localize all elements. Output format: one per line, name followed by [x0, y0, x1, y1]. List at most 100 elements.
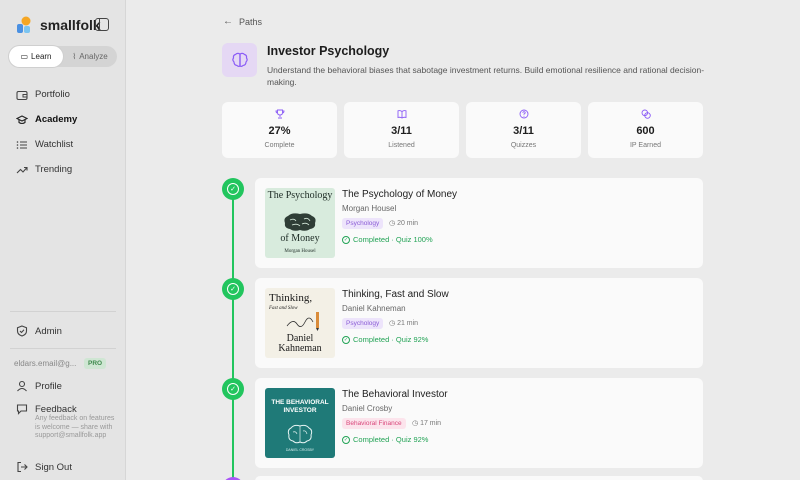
check-circle-icon: ✓ — [342, 435, 350, 444]
cover-title: THE BEHAVIORAL INVESTOR — [271, 399, 329, 414]
stat-value: 600 — [636, 125, 655, 137]
sidebar-item-label: Sign Out — [35, 461, 72, 473]
question-circle-icon — [466, 109, 581, 119]
completion-status: ✓ Completed · Quiz 92% — [342, 435, 428, 444]
category-tag: Psychology — [342, 318, 384, 329]
mode-analyze-button[interactable]: ⌇ Analyze — [63, 46, 117, 67]
status-label: Completed · Quiz 92% — [353, 435, 429, 444]
page-description: Understand the behavioral biases that sa… — [267, 65, 705, 87]
stat-card-complete: 27% Complete — [222, 102, 337, 158]
mode-analyze-label: Analyze — [79, 52, 108, 61]
sidebar-divider — [10, 348, 116, 349]
graduation-cap-icon — [16, 114, 28, 126]
book-author: Daniel Kahneman — [342, 304, 406, 313]
duration: ◷ 21 min — [389, 319, 418, 327]
arrow-left-icon: ← — [223, 16, 233, 27]
page-title: Investor Psychology — [267, 44, 390, 58]
brand[interactable]: smallfolk — [14, 15, 101, 35]
book-title: The Psychology of Money — [342, 189, 458, 200]
sidebar-nav: Portfolio Academy Watchlist Trending — [0, 82, 126, 182]
sidebar-item-label: Admin — [35, 325, 62, 337]
chart-icon: ⌇ — [72, 52, 77, 61]
logout-icon — [16, 461, 28, 473]
category-tag: Behavioral Finance — [342, 418, 406, 429]
status-label: Completed · Quiz 92% — [353, 335, 429, 344]
list-icon — [16, 139, 28, 151]
check-circle-icon: ✓ — [342, 335, 350, 344]
book-title: The Behavioral Investor — [342, 389, 448, 400]
book-card[interactable]: THE BEHAVIORAL INVESTOR DANIEL CROSBY Th… — [255, 378, 703, 468]
step-complete-check-icon: ✓ — [222, 178, 244, 200]
feedback-note: Any feedback on features is welcome — sh… — [35, 415, 115, 439]
cover-author: Morgan Housel — [284, 249, 316, 254]
stats-row: 27% Complete 3/11 Listened 3/11 Quizzes … — [222, 102, 703, 158]
sidebar-item-watchlist[interactable]: Watchlist — [0, 132, 126, 157]
completion-status: ✓ Completed · Quiz 92% — [342, 335, 428, 344]
cover-subtitle: of Money — [280, 233, 320, 244]
book-title: Thinking, Fast and Slow — [342, 289, 449, 300]
app-logo — [14, 15, 34, 35]
sidebar-item-feedback[interactable]: Feedback — [16, 403, 77, 415]
duration-label: 21 min — [397, 320, 419, 327]
sign-out-button[interactable]: Sign Out — [16, 461, 72, 473]
duration: ◷ 20 min — [389, 219, 418, 227]
stat-card-quizzes: 3/11 Quizzes — [466, 102, 581, 158]
stat-value: 3/11 — [513, 125, 534, 137]
message-icon — [16, 403, 28, 415]
user-email: eldars.email@g... — [14, 359, 77, 368]
book-author: Morgan Housel — [342, 204, 397, 213]
sidebar-item-profile[interactable]: Profile — [16, 380, 62, 392]
brain-illustration — [287, 424, 313, 444]
wallet-icon — [16, 89, 28, 101]
sidebar-item-label: Trending — [35, 164, 73, 175]
cover-author: DANIEL CROSBY — [285, 448, 315, 452]
brain-icon — [222, 43, 257, 77]
cover-title: The Psychology — [267, 190, 333, 201]
mode-switch: ▭ Learn ⌇ Analyze — [9, 46, 117, 67]
book-card[interactable]: Thinking, Fast and Slow Daniel Kahneman … — [255, 278, 703, 368]
sidebar-item-academy[interactable]: Academy — [0, 107, 126, 132]
status-label: Completed · Quiz 100% — [353, 235, 433, 244]
cover-author: Daniel Kahneman — [278, 333, 322, 354]
book-card[interactable]: The Psychology of Money Morgan Housel Th… — [255, 178, 703, 268]
coins-icon — [588, 109, 703, 119]
sidebar-item-label: Feedback — [35, 403, 77, 415]
stat-label: Complete — [264, 142, 295, 149]
book-cover: Thinking, Fast and Slow Daniel Kahneman — [265, 288, 335, 358]
sidebar-item-admin[interactable]: Admin — [16, 325, 62, 337]
mode-learn-button[interactable]: ▭ Learn — [9, 46, 63, 67]
sidebar-divider — [10, 311, 116, 312]
mode-learn-label: Learn — [31, 52, 52, 61]
duration: ◷ 17 min — [412, 419, 441, 427]
trending-icon — [16, 164, 28, 176]
clock-icon: ◷ — [389, 220, 396, 227]
book-card[interactable] — [255, 476, 703, 480]
stat-value: 3/11 — [391, 125, 412, 137]
stat-label: Quizzes — [510, 142, 537, 149]
sidebar-item-trending[interactable]: Trending — [0, 157, 126, 182]
step-complete-check-icon: ✓ — [222, 378, 244, 400]
sidebar-item-label: Academy — [35, 114, 78, 125]
sidebar-item-label: Profile — [35, 380, 62, 392]
sidebar-item-portfolio[interactable]: Portfolio — [0, 82, 126, 107]
sidebar-item-label: Watchlist — [35, 139, 74, 150]
book-open-icon — [344, 109, 459, 119]
cover-title: Thinking, — [269, 292, 313, 304]
duration-label: 20 min — [397, 220, 419, 227]
sidebar-item-label: Portfolio — [35, 89, 70, 100]
pencil-illustration — [286, 312, 319, 331]
trophy-icon — [222, 109, 337, 119]
stat-value: 27% — [268, 125, 291, 137]
clock-icon: ◷ — [389, 320, 396, 327]
sidebar-toggle-icon[interactable] — [95, 18, 109, 31]
back-to-paths-link[interactable]: ← Paths — [223, 16, 262, 27]
stat-card-ip-earned: 600 IP Earned — [588, 102, 703, 158]
duration-label: 17 min — [420, 420, 442, 427]
user-icon — [16, 380, 28, 392]
stat-card-listened: 3/11 Listened — [344, 102, 459, 158]
back-link-label: Paths — [239, 16, 263, 27]
check-circle-icon: ✓ — [342, 235, 350, 244]
step-complete-check-icon: ✓ — [222, 278, 244, 300]
sidebar: smallfolk ▭ Learn ⌇ Analyze Portfolio Ac… — [0, 0, 126, 480]
completion-status: ✓ Completed · Quiz 100% — [342, 235, 433, 244]
